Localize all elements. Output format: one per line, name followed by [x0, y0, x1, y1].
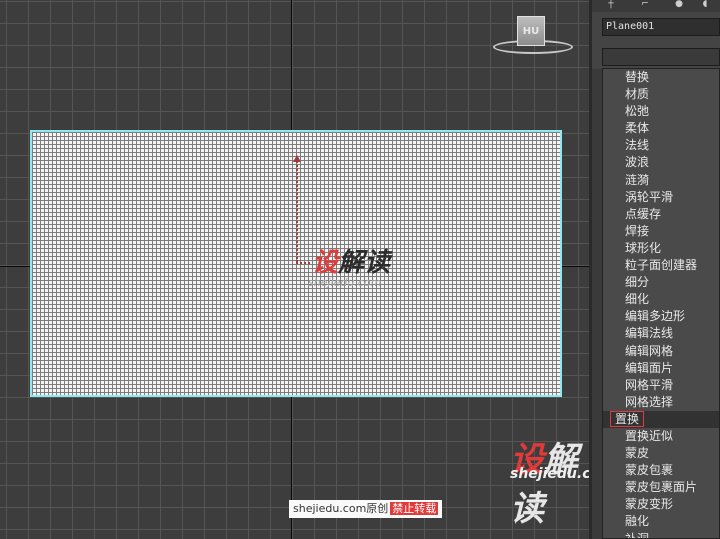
- modifier-list-item[interactable]: 松弛: [603, 103, 719, 120]
- modifier-label: 网格选择: [625, 394, 674, 409]
- modifier-label: 蒙皮变形: [625, 497, 674, 512]
- modifier-list-item[interactable]: 波浪: [603, 154, 719, 171]
- modifier-list-item[interactable]: 涟漪: [603, 172, 719, 189]
- modifier-label: 编辑多边形: [625, 309, 686, 324]
- hierarchy-tab-icon[interactable]: ●: [670, 0, 688, 10]
- modifier-label: 编辑法线: [625, 326, 674, 341]
- command-panel: ┼ ⌐ ● ◖ Plane001 替换材质松弛柔体法线波浪涟漪涡轮平滑点缓存焊接…: [589, 0, 720, 539]
- create-tab-icon[interactable]: ┼: [602, 0, 620, 10]
- viewcube[interactable]: HU: [493, 14, 573, 58]
- modifier-label: 粒子面创建器: [625, 258, 698, 273]
- modifier-list-item[interactable]: 粒子面创建器: [603, 257, 719, 274]
- modifier-label: 融化: [625, 514, 650, 529]
- modifier-label: 蒙皮包裹: [625, 463, 674, 478]
- modifier-label: 编辑网格: [625, 343, 674, 358]
- perspective-viewport[interactable]: HU 设解读 shejiedu.com 设解读 shejiedu.com she…: [0, 0, 589, 539]
- modify-tab-icon[interactable]: ⌐: [636, 0, 654, 10]
- gizmo-arrow-icon: [293, 155, 301, 162]
- modifier-label: 替换: [625, 70, 650, 84]
- modifier-list-scrollbar[interactable]: [592, 69, 602, 539]
- modifier-label: 蒙皮: [625, 446, 650, 461]
- modifier-list-item[interactable]: 编辑面片: [603, 360, 719, 377]
- viewcube-face[interactable]: HU: [517, 16, 545, 46]
- modifier-label: 涟漪: [625, 172, 650, 187]
- modifier-label: 松弛: [625, 104, 650, 119]
- modifier-label: 补洞: [625, 531, 650, 539]
- transform-gizmo-x-axis[interactable]: [296, 262, 310, 264]
- modifier-list-item[interactable]: 补洞: [603, 531, 719, 539]
- modifier-list-item[interactable]: 点缓存: [603, 206, 719, 223]
- modifier-list[interactable]: 替换材质松弛柔体法线波浪涟漪涡轮平滑点缓存焊接球形化粒子面创建器 细分细化编辑多边…: [602, 68, 720, 539]
- watermark-site-corner: shejiedu.com: [510, 466, 589, 482]
- modifier-list-item[interactable]: 细分: [603, 274, 719, 291]
- modifier-list-item[interactable]: 焊接: [603, 223, 719, 240]
- modifier-list-item[interactable]: 置换近似: [603, 428, 719, 445]
- watermark-site-center: shejiedu.com: [308, 276, 382, 289]
- watermark-logo-text: 解读: [338, 248, 391, 278]
- modifier-label: 焊接: [625, 223, 650, 238]
- modifier-label: 细化: [625, 292, 650, 307]
- modifier-label: 波浪: [625, 155, 650, 170]
- modifier-label: 蒙皮包裹面片: [625, 480, 698, 495]
- modifier-list-item[interactable]: 替换: [603, 69, 719, 86]
- modifier-list-dropdown[interactable]: [602, 48, 720, 66]
- modifier-list-item[interactable]: 蒙皮变形: [603, 496, 719, 513]
- modifier-label: 细分: [625, 275, 650, 290]
- modifier-label: 网格平滑: [625, 377, 674, 392]
- command-panel-tabs: ┼ ⌐ ● ◖: [592, 0, 720, 12]
- modifier-label: 点缓存: [625, 206, 662, 221]
- modifier-list-item[interactable]: 编辑多边形: [603, 308, 719, 325]
- modifier-list-item[interactable]: 材质: [603, 86, 719, 103]
- modifier-list-item[interactable]: 球形化: [603, 240, 719, 257]
- copyright-text: shejiedu.com原创: [293, 502, 389, 515]
- modifier-list-item[interactable]: 柔体: [603, 120, 719, 137]
- modifier-list-item[interactable]: 网格平滑: [603, 377, 719, 394]
- modifier-list-item[interactable]: 网格选择: [603, 394, 719, 411]
- object-name-field[interactable]: Plane001: [602, 18, 720, 36]
- modifier-label: 法线: [625, 138, 650, 153]
- motion-tab-icon[interactable]: ◖: [696, 0, 714, 10]
- copyright-warning: 禁止转载: [390, 502, 439, 515]
- modifier-list-item[interactable]: 融化: [603, 513, 719, 530]
- modifier-list-item[interactable]: 蒙皮包裹: [603, 462, 719, 479]
- modifier-list-item[interactable]: 编辑网格: [603, 343, 719, 360]
- modifier-list-item[interactable]: 蒙皮包裹面片: [603, 479, 719, 496]
- modifier-label: 材质: [625, 87, 650, 102]
- watermark-logo-center: 设解读: [312, 242, 390, 279]
- modifier-list-item[interactable]: 涡轮平滑: [603, 189, 719, 206]
- modifier-label: 编辑面片: [625, 360, 674, 375]
- copyright-tag: shejiedu.com原创 禁止转载: [289, 500, 443, 518]
- modifier-list-item[interactable]: 蒙皮: [603, 445, 719, 462]
- modifier-label: 柔体: [625, 121, 650, 136]
- watermark-logo-red: 设: [312, 248, 339, 278]
- modifier-list-item[interactable]: 法线: [603, 137, 719, 154]
- modifier-list-item-selected[interactable]: 置换: [603, 410, 719, 428]
- modifier-label: 置换: [609, 410, 645, 427]
- modifier-label: 球形化: [625, 240, 662, 255]
- modifier-list-item[interactable]: 细化: [603, 291, 719, 308]
- transform-gizmo-y-axis[interactable]: [296, 158, 298, 262]
- modifier-list-item[interactable]: 编辑法线: [603, 325, 719, 342]
- modifier-label: 涡轮平滑: [625, 189, 674, 204]
- modifier-label: 置换近似: [625, 428, 674, 443]
